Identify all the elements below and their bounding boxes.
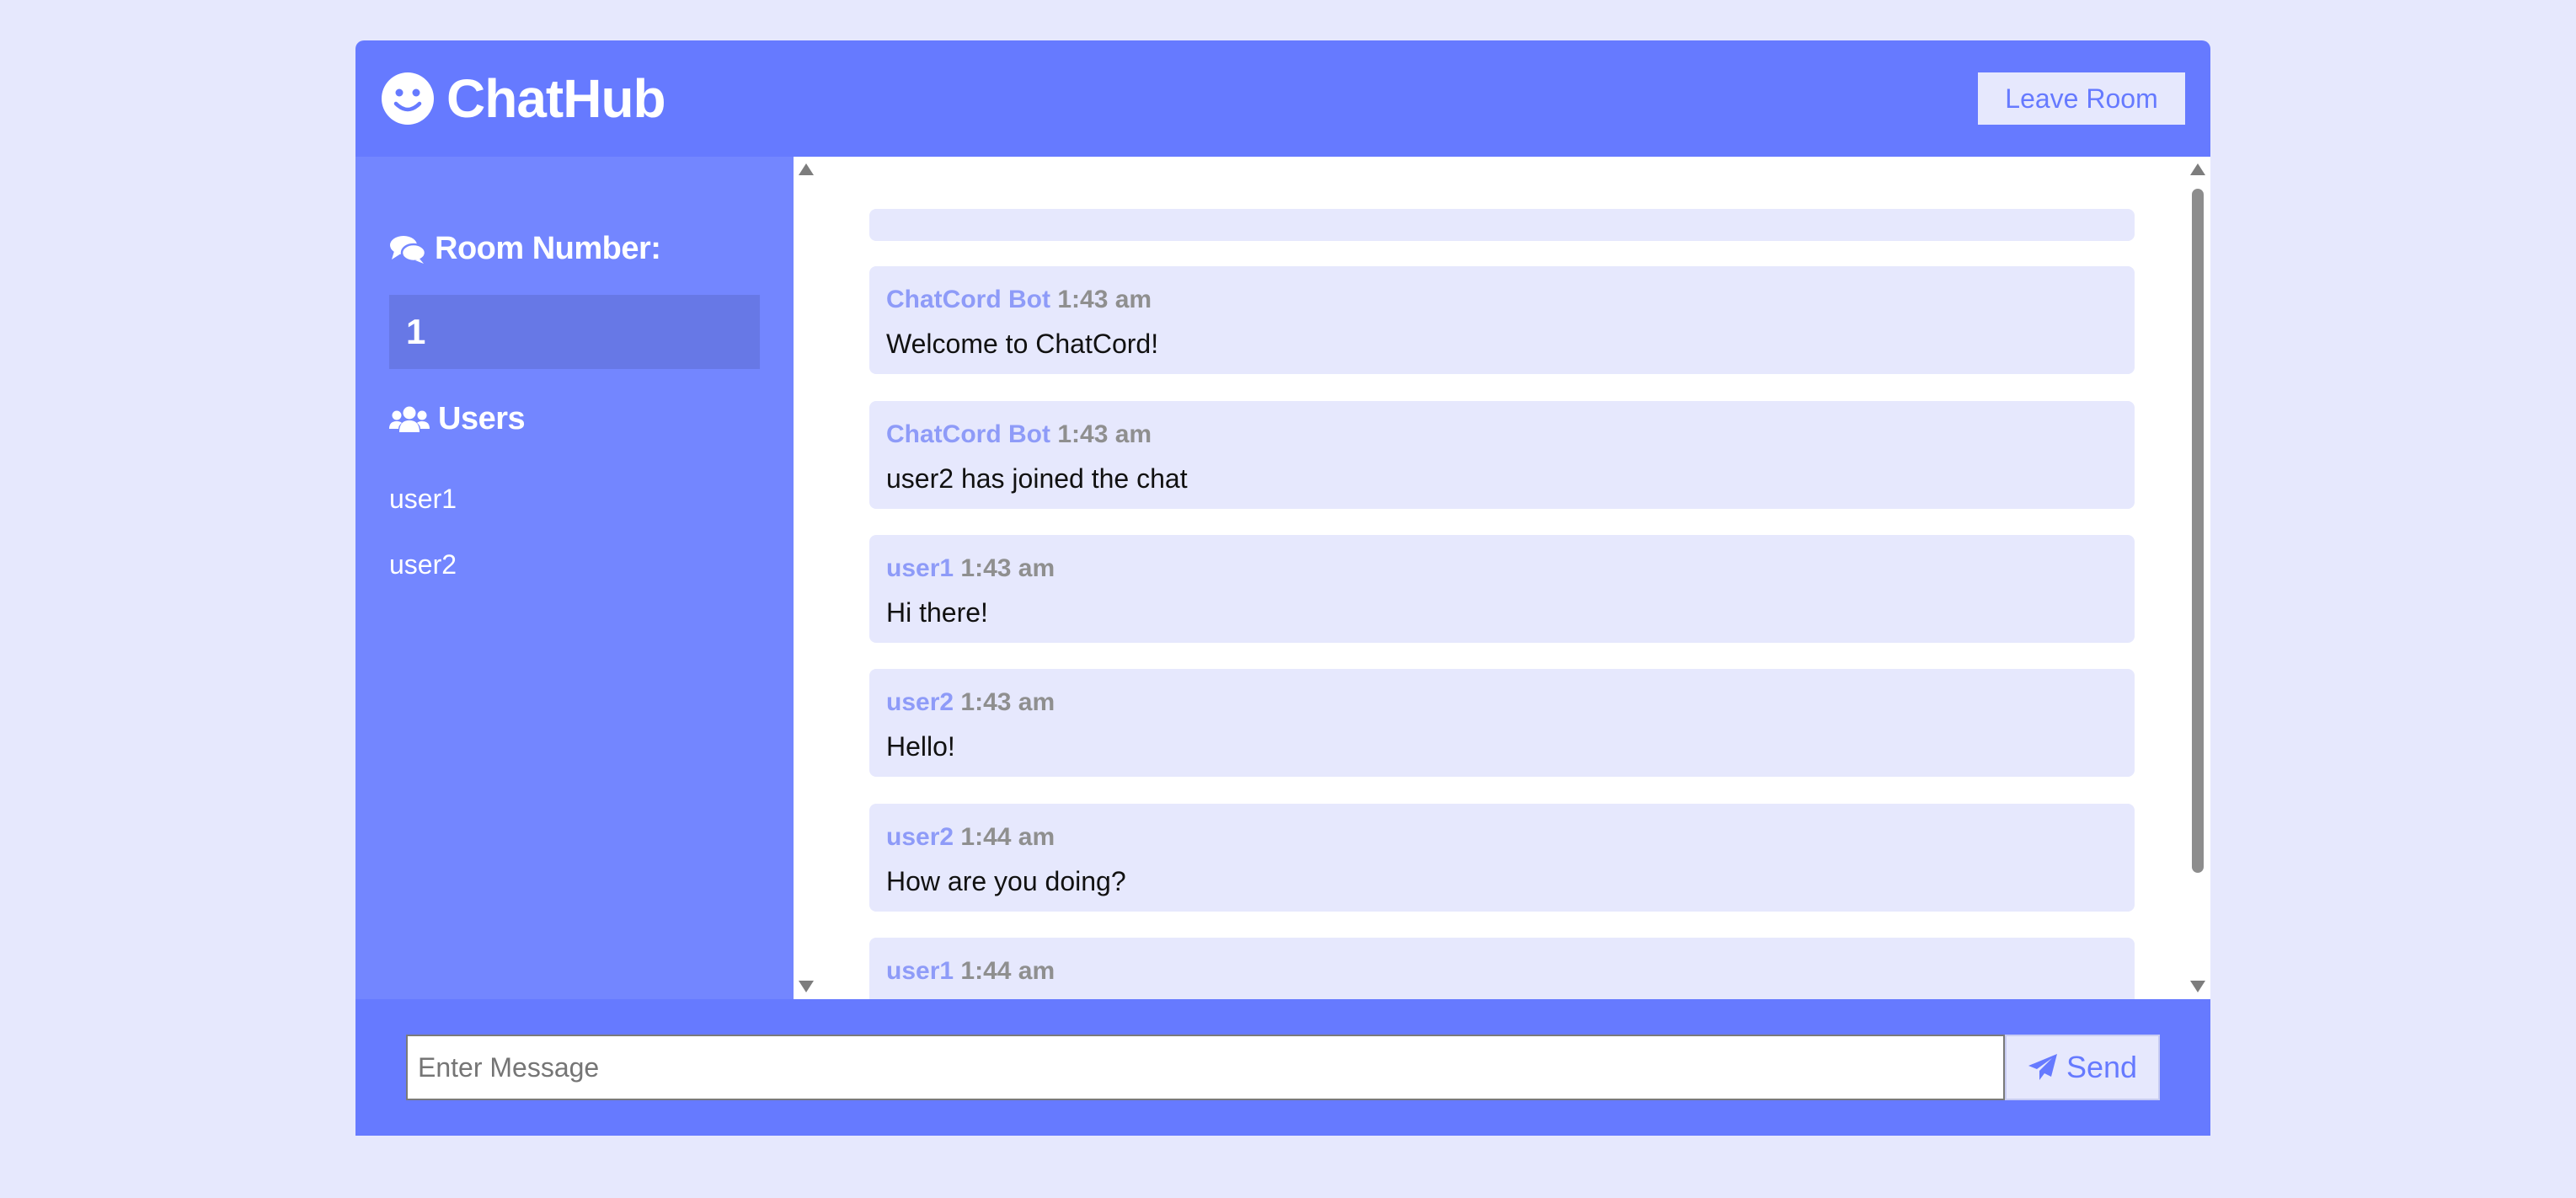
room-number-value: 1 bbox=[389, 295, 760, 369]
message-text: Welcome to ChatCord! bbox=[886, 329, 1159, 359]
message: user2 1:44 am How are you doing? bbox=[869, 804, 2135, 912]
user-list-item: user2 bbox=[389, 549, 457, 580]
message-time: 1:44 am bbox=[960, 957, 1056, 985]
message-username: ChatCord Bot bbox=[886, 286, 1050, 313]
send-button[interactable]: Send bbox=[2005, 1035, 2160, 1100]
room-number-label: Room Number: bbox=[435, 231, 661, 266]
message-meta: user1 1:44 am bbox=[886, 955, 2118, 988]
message-username: user2 bbox=[886, 823, 954, 851]
scrollbar-up-arrow-icon[interactable] bbox=[2190, 163, 2205, 175]
paper-plane-icon bbox=[2028, 1054, 2057, 1080]
message-username: ChatCord Bot bbox=[886, 420, 1050, 448]
message: user1 1:43 am Hi there! bbox=[869, 535, 2135, 643]
message-text: Hi there! bbox=[886, 597, 988, 628]
message-time: 1:43 am bbox=[1057, 420, 1152, 448]
scroll-up-arrow-icon[interactable] bbox=[799, 163, 814, 175]
message-meta: ChatCord Bot 1:43 am bbox=[886, 418, 2118, 452]
send-label: Send bbox=[2066, 1050, 2138, 1084]
app-title: ChatHub bbox=[446, 68, 666, 129]
room-number-heading: Room Number: bbox=[389, 231, 661, 267]
users-label: Users bbox=[438, 401, 526, 436]
message-text: user2 has joined the chat bbox=[886, 463, 1188, 494]
smile-icon bbox=[382, 72, 434, 125]
chat-composer: Send bbox=[355, 999, 2210, 1136]
user-list-item: user1 bbox=[389, 484, 457, 514]
message-meta: user2 1:44 am bbox=[886, 821, 2118, 854]
chat-app: ChatHub Leave Room Room Number: 1 Users … bbox=[355, 40, 2210, 1136]
message-time: 1:43 am bbox=[960, 688, 1056, 716]
scroll-down-arrow-icon[interactable] bbox=[799, 981, 814, 992]
message-text: How are you doing? bbox=[886, 866, 1126, 896]
message-time: 1:43 am bbox=[1057, 286, 1152, 313]
users-icon bbox=[389, 406, 430, 432]
message-username: user1 bbox=[886, 957, 954, 985]
scrollbar-down-arrow-icon[interactable] bbox=[2190, 981, 2205, 992]
leave-room-button[interactable]: Leave Room bbox=[1978, 72, 2185, 125]
app-header: ChatHub Leave Room bbox=[355, 40, 2210, 157]
user-list: user1 user2 bbox=[389, 482, 457, 613]
message-meta: user2 1:43 am bbox=[886, 686, 2118, 719]
message-meta: ChatCord Bot 1:43 am bbox=[886, 283, 2118, 317]
chat-messages[interactable]: ChatCord Bot 1:43 am Welcome to ChatCord… bbox=[794, 157, 2210, 999]
message-partial bbox=[869, 209, 2135, 241]
message: user1 1:44 am bbox=[869, 938, 2135, 999]
message: ChatCord Bot 1:43 am Welcome to ChatCord… bbox=[869, 266, 2135, 374]
app-logo: ChatHub bbox=[381, 68, 666, 129]
message-username: user1 bbox=[886, 554, 954, 582]
message-meta: user1 1:43 am bbox=[886, 552, 2118, 586]
scrollbar-thumb[interactable] bbox=[2192, 189, 2204, 873]
message-time: 1:43 am bbox=[960, 554, 1056, 582]
message-text: Hello! bbox=[886, 731, 955, 762]
sidebar: Room Number: 1 Users user1 user2 bbox=[355, 157, 794, 999]
users-heading: Users bbox=[389, 401, 526, 437]
message-time: 1:44 am bbox=[960, 823, 1056, 851]
message: user2 1:43 am Hello! bbox=[869, 669, 2135, 777]
comments-icon bbox=[390, 235, 426, 264]
message-input[interactable] bbox=[406, 1035, 2005, 1100]
message-username: user2 bbox=[886, 688, 954, 716]
message: ChatCord Bot 1:43 am user2 has joined th… bbox=[869, 401, 2135, 509]
